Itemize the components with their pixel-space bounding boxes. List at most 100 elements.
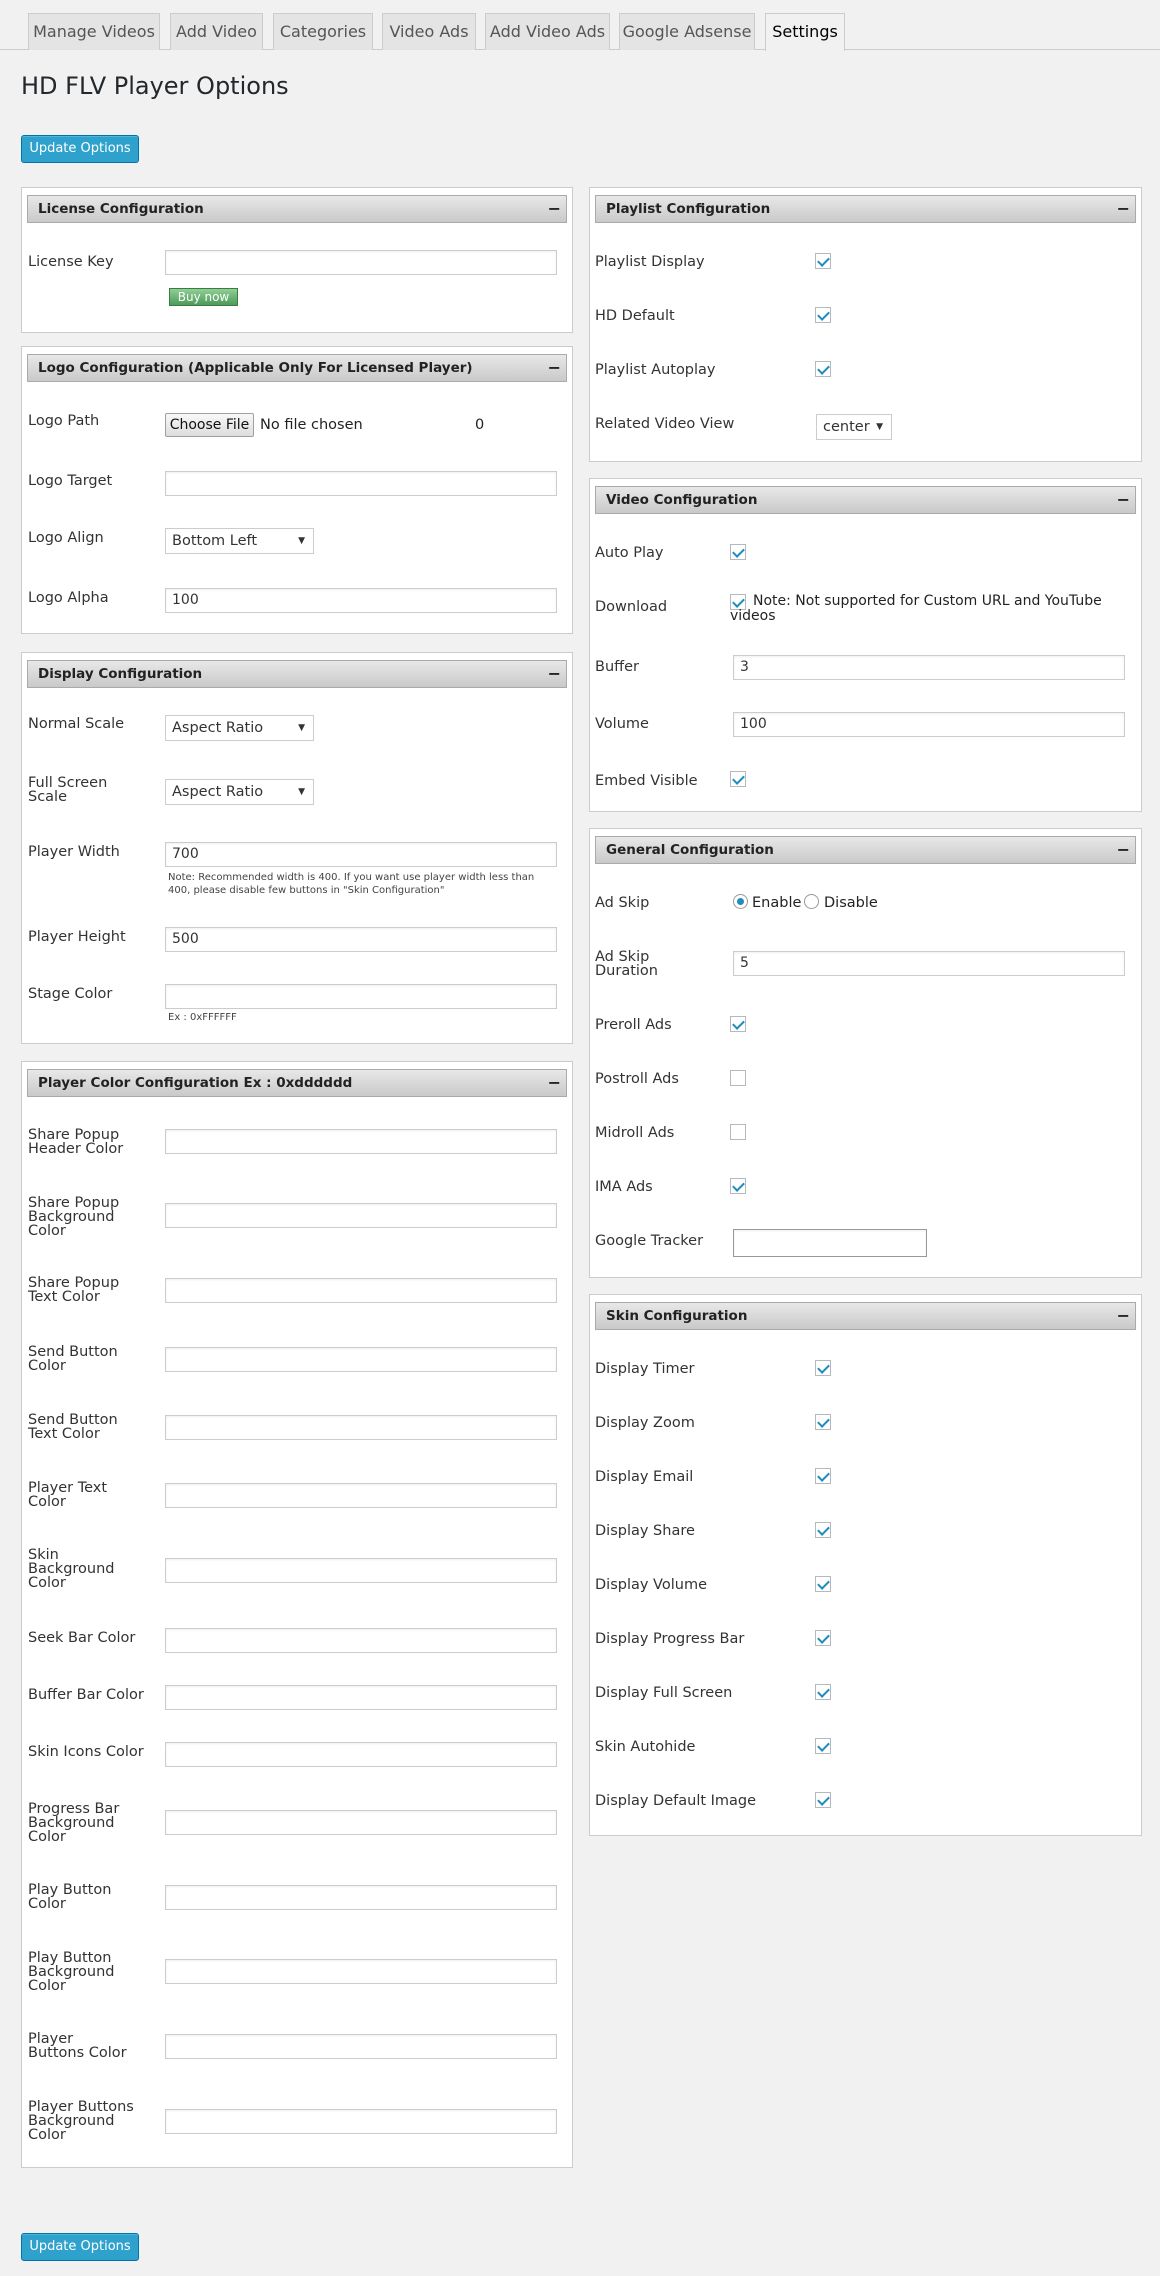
player-width-input[interactable]: 700	[165, 842, 557, 867]
volume-label: Volume	[595, 716, 649, 732]
color-input[interactable]	[165, 1959, 557, 1984]
skin-option-label: Display Default Image	[595, 1793, 757, 1809]
color-input[interactable]	[165, 1203, 557, 1228]
skin-option-checkbox[interactable]	[815, 1738, 831, 1754]
color-label: Progress Bar Background Color	[28, 1801, 120, 1845]
embed-visible-checkbox[interactable]	[730, 771, 746, 787]
color-input[interactable]	[165, 1347, 557, 1372]
skin-option-checkbox[interactable]	[815, 1576, 831, 1592]
color-input[interactable]	[165, 1628, 557, 1653]
ad-skip-disable-radio[interactable]	[804, 894, 819, 909]
normal-scale-label: Normal Scale	[28, 716, 125, 732]
choose-file-button[interactable]: Choose File	[165, 413, 254, 437]
auto-play-label: Auto Play	[595, 545, 664, 561]
tab-categories[interactable]: Categories	[273, 13, 373, 50]
skin-option-checkbox[interactable]	[815, 1684, 831, 1700]
skin-option-checkbox[interactable]	[815, 1630, 831, 1646]
tab-settings[interactable]: Settings	[765, 13, 845, 51]
auto-play-checkbox[interactable]	[730, 544, 746, 560]
collapse-icon[interactable]: −	[1117, 837, 1130, 863]
full-screen-scale-value: Aspect Ratio	[172, 784, 264, 800]
nav-tabs: Manage Videos Add Video Categories Video…	[0, 0, 1160, 51]
color-input[interactable]	[165, 1810, 557, 1835]
page-title: HD FLV Player Options	[21, 72, 289, 100]
full-screen-scale-select[interactable]: Aspect Ratio ▼	[165, 779, 314, 805]
license-key-label: License Key	[28, 254, 114, 270]
color-label: Player Buttons Color	[28, 2031, 127, 2061]
logo-align-select[interactable]: Bottom Left ▼	[165, 528, 314, 554]
player-color-panel-header[interactable]: Player Color Configuration Ex : 0xdddddd…	[27, 1069, 567, 1097]
postroll-ads-checkbox[interactable]	[730, 1070, 746, 1086]
color-input[interactable]	[165, 2109, 557, 2134]
playlist-panel-title: Playlist Configuration	[606, 201, 771, 217]
skin-option-checkbox[interactable]	[815, 1522, 831, 1538]
skin-panel: Skin Configuration − Display Timer Displa…	[589, 1294, 1142, 1836]
tab-google-adsense[interactable]: Google Adsense	[619, 13, 755, 50]
buffer-input[interactable]: 3	[733, 655, 1125, 680]
preroll-ads-checkbox[interactable]	[730, 1016, 746, 1032]
collapse-icon[interactable]: −	[1117, 1303, 1130, 1329]
ad-skip-enable-radio[interactable]	[733, 894, 748, 909]
google-tracker-input[interactable]	[733, 1229, 927, 1257]
skin-option-checkbox[interactable]	[815, 1468, 831, 1484]
skin-option-checkbox[interactable]	[815, 1792, 831, 1808]
update-options-button-top[interactable]: Update Options	[21, 135, 139, 163]
midroll-ads-label: Midroll Ads	[595, 1125, 675, 1141]
color-label: Play Button Color	[28, 1882, 112, 1912]
logo-target-input[interactable]	[165, 471, 557, 496]
tab-add-video[interactable]: Add Video	[170, 13, 263, 50]
volume-input[interactable]: 100	[733, 712, 1125, 737]
buy-now-button[interactable]: Buy now	[169, 288, 238, 306]
midroll-ads-checkbox[interactable]	[730, 1124, 746, 1140]
video-panel-header[interactable]: Video Configuration −	[595, 486, 1136, 514]
ad-skip-duration-input[interactable]: 5	[733, 951, 1125, 976]
collapse-icon[interactable]: −	[548, 196, 561, 222]
logo-alpha-input[interactable]: 100	[165, 588, 557, 613]
color-input[interactable]	[165, 1278, 557, 1303]
ad-skip-disable-label: Disable	[824, 895, 878, 911]
color-input[interactable]	[165, 1558, 557, 1583]
normal-scale-select[interactable]: Aspect Ratio ▼	[165, 715, 314, 741]
color-input[interactable]	[165, 1129, 557, 1154]
general-panel-header[interactable]: General Configuration −	[595, 836, 1136, 864]
display-panel-header[interactable]: Display Configuration −	[27, 660, 567, 688]
color-input[interactable]	[165, 2034, 557, 2059]
playlist-autoplay-checkbox[interactable]	[815, 361, 831, 377]
player-color-panel-title: Player Color Configuration Ex : 0xdddddd	[38, 1075, 353, 1091]
player-height-input[interactable]: 500	[165, 927, 557, 952]
skin-option-checkbox[interactable]	[815, 1360, 831, 1376]
collapse-icon[interactable]: −	[1117, 196, 1130, 222]
tab-add-video-ads[interactable]: Add Video Ads	[485, 13, 610, 50]
tab-manage-videos[interactable]: Manage Videos	[28, 13, 160, 50]
related-video-view-select[interactable]: center ▼	[816, 414, 892, 440]
playlist-display-checkbox[interactable]	[815, 253, 831, 269]
license-key-input[interactable]	[165, 250, 557, 275]
logo-panel-header[interactable]: Logo Configuration (Applicable Only For …	[27, 354, 567, 382]
license-panel-header[interactable]: License Configuration −	[27, 195, 567, 223]
color-label: Player Buttons Background Color	[28, 2099, 134, 2143]
buffer-label: Buffer	[595, 659, 640, 675]
collapse-icon[interactable]: −	[548, 355, 561, 381]
color-input[interactable]	[165, 1415, 557, 1440]
player-width-note: Note: Recommended width is 400. If you w…	[168, 872, 535, 896]
hd-default-checkbox[interactable]	[815, 307, 831, 323]
ima-ads-checkbox[interactable]	[730, 1178, 746, 1194]
skin-option-checkbox[interactable]	[815, 1414, 831, 1430]
color-label: Seek Bar Color	[28, 1630, 136, 1646]
playlist-panel-header[interactable]: Playlist Configuration −	[595, 195, 1136, 223]
collapse-icon[interactable]: −	[1117, 487, 1130, 513]
hd-default-label: HD Default	[595, 308, 675, 324]
dropdown-arrow-icon: ▼	[876, 422, 883, 432]
color-input[interactable]	[165, 1685, 557, 1710]
color-input[interactable]	[165, 1483, 557, 1508]
stage-color-input[interactable]	[165, 984, 557, 1009]
skin-panel-header[interactable]: Skin Configuration −	[595, 1302, 1136, 1330]
color-input[interactable]	[165, 1742, 557, 1767]
tab-video-ads[interactable]: Video Ads	[382, 13, 476, 50]
collapse-icon[interactable]: −	[548, 1070, 561, 1096]
update-options-button-bottom[interactable]: Update Options	[21, 2233, 139, 2261]
postroll-ads-label: Postroll Ads	[595, 1071, 679, 1087]
color-input[interactable]	[165, 1885, 557, 1910]
download-note: Note: Not supported for Custom URL and Y…	[730, 593, 1102, 624]
collapse-icon[interactable]: −	[548, 661, 561, 687]
